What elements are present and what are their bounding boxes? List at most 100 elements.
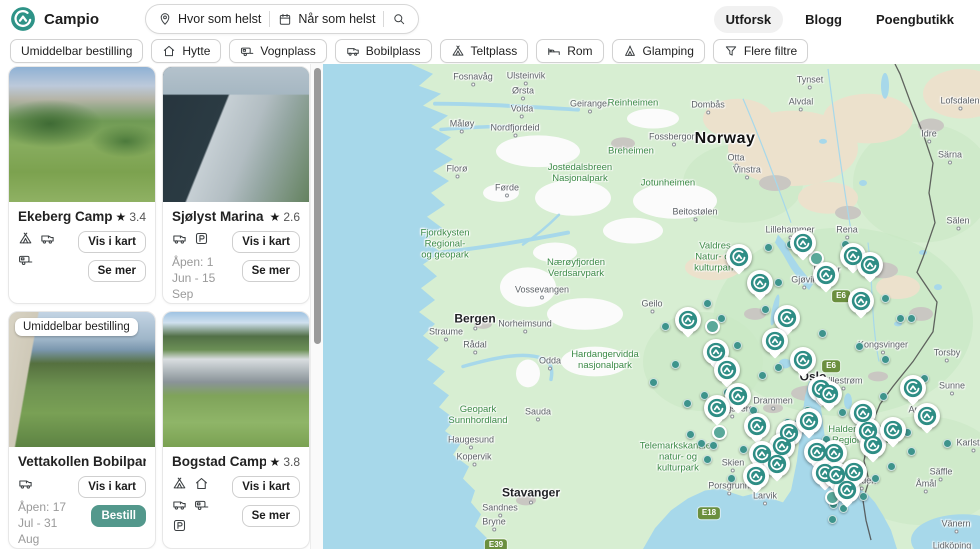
campsite-dot-marker[interactable] — [709, 441, 718, 450]
listing-card[interactable]: Umiddelbar bestillingVettakollen Bobilpa… — [8, 311, 156, 549]
campsite-dot-marker[interactable] — [649, 378, 658, 387]
listing-rating: ★3.4 — [116, 210, 146, 224]
campsite-dot-marker[interactable] — [739, 445, 748, 454]
campsite-dot-marker[interactable] — [881, 355, 890, 364]
listing-rating: ★3.8 — [270, 455, 300, 469]
amenity-house-icon — [194, 476, 209, 491]
campsite-dot-marker[interactable] — [727, 474, 736, 483]
book-button[interactable]: Bestill — [91, 505, 146, 527]
search-bar[interactable]: Hvor som helst Når som helst — [145, 4, 419, 34]
campsite-dot-marker[interactable] — [764, 243, 773, 252]
campsite-dot-marker[interactable] — [703, 299, 712, 308]
filter-chip-label: Bobilplass — [366, 44, 421, 58]
campsite-pin-marker[interactable] — [764, 451, 790, 477]
campio-logo-icon — [10, 6, 36, 32]
filter-chip-vognplass[interactable]: Vognplass — [229, 39, 326, 63]
search-date-segment[interactable]: Når som helst — [278, 12, 375, 26]
search-location-label: Hvor som helst — [178, 12, 261, 26]
see-more-button[interactable]: Se mer — [242, 505, 300, 527]
campsite-pin-marker[interactable] — [880, 417, 906, 443]
filter-chip-rom[interactable]: Rom — [536, 39, 603, 63]
campsite-pin-marker[interactable] — [796, 408, 822, 434]
filter-chip-teltplass[interactable]: Teltplass — [440, 39, 529, 63]
campsite-dot-marker[interactable] — [879, 392, 888, 401]
campsite-dot-marker[interactable] — [838, 408, 847, 417]
nav-item-blogg[interactable]: Blogg — [793, 6, 854, 33]
campsite-pin-marker[interactable] — [704, 395, 730, 421]
campsite-dot-marker[interactable] — [661, 322, 670, 331]
listing-title: Vettakollen Bobilparkeri... — [18, 454, 146, 469]
see-more-button[interactable]: Se mer — [88, 260, 146, 282]
campsite-dot-marker[interactable] — [671, 360, 680, 369]
campsite-pin-marker[interactable] — [900, 375, 926, 401]
search-submit[interactable] — [392, 12, 406, 26]
campsite-dot-marker[interactable] — [697, 439, 706, 448]
campsite-dot-marker[interactable] — [774, 363, 783, 372]
scrollbar-thumb[interactable] — [314, 68, 321, 344]
campsite-dot-marker[interactable] — [758, 371, 767, 380]
campsite-cluster-marker[interactable] — [705, 319, 720, 334]
filter-chip-hytte[interactable]: Hytte — [151, 39, 221, 63]
show-on-map-button[interactable]: Vis i kart — [232, 231, 300, 253]
campsite-dot-marker[interactable] — [828, 515, 837, 524]
see-more-button[interactable]: Se mer — [242, 260, 300, 282]
campsite-pin-marker[interactable] — [744, 413, 770, 439]
campsite-pin-marker[interactable] — [848, 288, 874, 314]
campsite-cluster-marker[interactable] — [712, 425, 727, 440]
filter-chip-glamping[interactable]: Glamping — [612, 39, 705, 63]
filter-chip-flere-filtre[interactable]: Flere filtre — [713, 39, 808, 63]
campsite-pin-marker[interactable] — [762, 328, 788, 354]
campsite-dot-marker[interactable] — [907, 314, 916, 323]
campsite-dot-marker[interactable] — [818, 329, 827, 338]
campsite-pin-marker[interactable] — [857, 252, 883, 278]
campsite-dot-marker[interactable] — [881, 294, 890, 303]
campsite-pin-marker[interactable] — [747, 270, 773, 296]
campsite-pin-marker[interactable] — [790, 230, 816, 256]
campsite-dot-marker[interactable] — [943, 439, 952, 448]
campsite-dot-marker[interactable] — [859, 492, 868, 501]
campsite-dot-marker[interactable] — [871, 474, 880, 483]
campsite-dot-marker[interactable] — [896, 314, 905, 323]
campsite-dot-marker[interactable] — [686, 430, 695, 439]
campsite-pin-marker[interactable] — [841, 459, 867, 485]
filter-chip-umiddelbar-bestilling[interactable]: Umiddelbar bestilling — [10, 39, 143, 63]
campsite-dot-marker[interactable] — [703, 455, 712, 464]
campsite-pin-marker[interactable] — [914, 403, 940, 429]
nav-item-utforsk[interactable]: Utforsk — [714, 6, 784, 33]
campsite-pin-marker[interactable] — [726, 244, 752, 270]
campsite-dot-marker[interactable] — [761, 305, 770, 314]
campsite-pin-marker[interactable] — [743, 463, 769, 489]
campsite-pin-marker[interactable] — [675, 307, 701, 333]
campsite-pin-marker[interactable] — [790, 347, 816, 373]
location-pin-icon — [158, 12, 172, 26]
show-on-map-button[interactable]: Vis i kart — [78, 231, 146, 253]
campsite-dot-marker[interactable] — [907, 447, 916, 456]
campsite-dot-marker[interactable] — [887, 462, 896, 471]
amenity-rv-icon — [40, 231, 55, 246]
map-markers-layer — [323, 64, 980, 549]
search-location-segment[interactable]: Hvor som helst — [158, 12, 261, 26]
funnel-icon — [724, 44, 738, 58]
amenity-caravan-icon — [18, 252, 33, 267]
campsite-dot-marker[interactable] — [733, 341, 742, 350]
listing-card[interactable]: Ekeberg Camping★3.4Vis i kartSe mer — [8, 66, 156, 304]
campsite-dot-marker[interactable] — [683, 399, 692, 408]
listing-card[interactable]: Sjølyst Marina Bo...★2.6Åpen: 1 Jun - 15… — [162, 66, 310, 304]
show-on-map-button[interactable]: Vis i kart — [232, 476, 300, 498]
listing-photo-marina-boats — [163, 67, 309, 202]
campsite-dot-marker[interactable] — [855, 342, 864, 351]
campsite-pin-marker[interactable] — [725, 383, 751, 409]
results-scrollbar[interactable] — [310, 64, 323, 549]
campsite-pin-marker[interactable] — [816, 381, 842, 407]
campsite-pin-marker[interactable] — [714, 357, 740, 383]
campsite-pin-marker[interactable] — [813, 262, 839, 288]
map-canvas[interactable]: FosnavågUlsteinvikØrstaVoldaGeirangerMål… — [323, 64, 980, 549]
nav-item-poengbutikk[interactable]: Poengbutikk — [864, 6, 966, 33]
filter-chip-bobilplass[interactable]: Bobilplass — [335, 39, 432, 63]
brand[interactable]: Campio — [10, 6, 99, 32]
listing-card[interactable]: Bogstad Camping ...★3.8Vis i kartSe mer — [162, 311, 310, 549]
filter-bar: Umiddelbar bestilling Hytte Vognplass Bobil… — [0, 38, 980, 64]
campsite-pin-marker[interactable] — [774, 305, 800, 331]
show-on-map-button[interactable]: Vis i kart — [78, 476, 146, 498]
campsite-dot-marker[interactable] — [774, 278, 783, 287]
